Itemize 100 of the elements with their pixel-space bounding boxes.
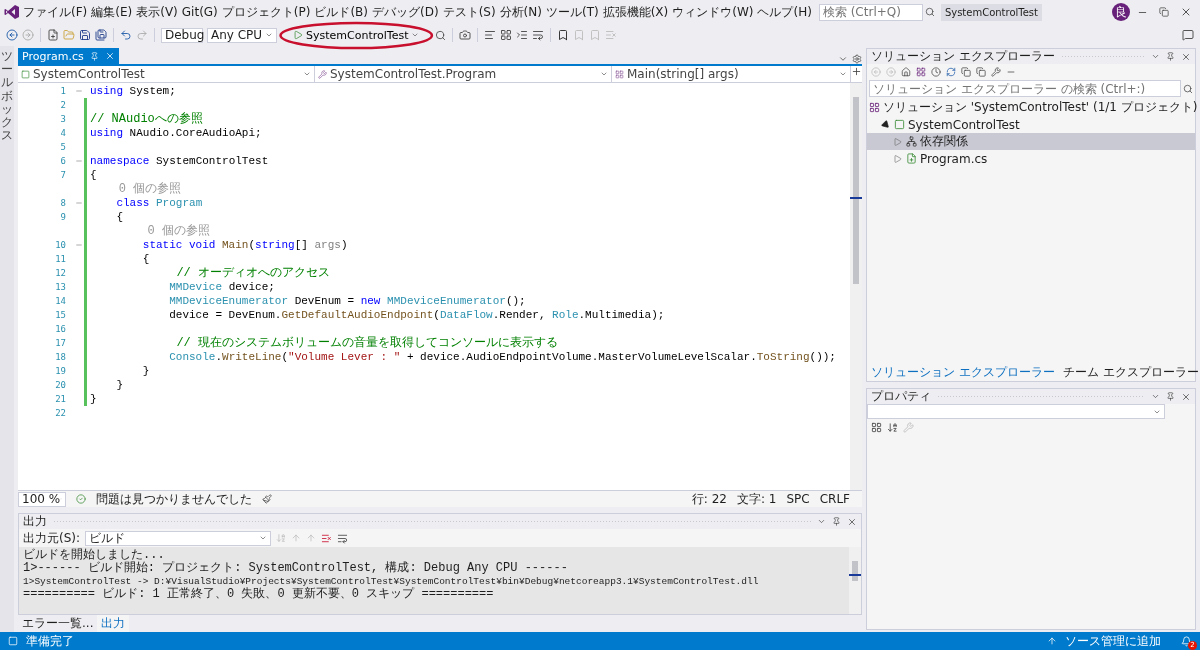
play-icon: [293, 30, 303, 40]
bookmark-icon[interactable]: [557, 29, 570, 41]
issues-status[interactable]: 問題は見つかりませんでした: [96, 490, 252, 508]
code-line: }: [141, 364, 150, 378]
split-icon[interactable]: [851, 66, 862, 77]
document-tab[interactable]: Program.cs: [18, 48, 119, 64]
panel-title: 出力: [23, 513, 47, 530]
menu-item[interactable]: ファイル(F): [22, 3, 89, 21]
home-icon[interactable]: [901, 67, 911, 77]
sort-icon[interactable]: [887, 421, 898, 433]
indent-icon[interactable]: [516, 29, 529, 41]
pin-icon[interactable]: [832, 517, 841, 526]
align-left-icon[interactable]: [484, 29, 497, 41]
panel-tab[interactable]: チーム エクスプローラー: [1058, 364, 1200, 381]
status-icon: [8, 636, 18, 646]
undo-icon[interactable]: [120, 29, 132, 41]
refresh-icon[interactable]: [946, 67, 956, 77]
close-icon[interactable]: [1181, 51, 1191, 62]
menu-item[interactable]: ビルド(B): [313, 3, 369, 21]
bell-icon[interactable]: [1181, 635, 1192, 647]
file-plus-icon[interactable]: [47, 29, 59, 41]
wrench-icon: [318, 69, 327, 79]
output-source-dropdown[interactable]: ビルド: [85, 530, 272, 546]
up-arrow-icon: [1047, 636, 1057, 646]
search-icon[interactable]: [924, 7, 935, 17]
categorized-icon[interactable]: [871, 421, 882, 433]
pin-icon[interactable]: [1166, 392, 1175, 401]
code-line: {: [90, 168, 97, 182]
forward-icon[interactable]: [22, 29, 34, 41]
camera-icon[interactable]: [459, 29, 472, 41]
pin-icon[interactable]: [89, 51, 99, 61]
solution-icon: [869, 102, 880, 113]
folder-icon[interactable]: [63, 29, 75, 41]
back-icon[interactable]: [6, 29, 18, 41]
copy-icon[interactable]: [961, 67, 971, 77]
copy-icon[interactable]: [976, 67, 986, 77]
menu-item[interactable]: プロジェクト(P): [220, 3, 312, 21]
wrench-icon[interactable]: [991, 67, 1001, 77]
configuration-dropdown[interactable]: Debug: [161, 27, 203, 43]
navigation-dropdown[interactable]: SystemControlTest.Program: [315, 66, 612, 82]
close-icon[interactable]: [1181, 391, 1191, 402]
tree-item[interactable]: SystemControlTest: [867, 116, 1195, 133]
vertical-scrollbar[interactable]: [849, 547, 861, 614]
menu-item[interactable]: デバッグ(D): [371, 3, 440, 21]
code-line: // オーディオへのアクセス: [175, 266, 331, 280]
code-line: using NAudio.CoreAudioApi;: [90, 126, 262, 140]
line-number: 16: [54, 324, 67, 334]
settings-icon[interactable]: [852, 54, 862, 64]
caret-icon[interactable]: [1151, 52, 1160, 61]
vertical-scrollbar[interactable]: [850, 83, 862, 490]
search-icon[interactable]: [435, 29, 447, 41]
line-number: 14: [54, 296, 67, 306]
grid-icon[interactable]: [500, 29, 513, 41]
solution-title: SystemControlTest: [940, 3, 1042, 21]
user-avatar[interactable]: 良: [1112, 3, 1130, 21]
search-field[interactable]: ソリューション エクスプローラー の検索 (Ctrl+:): [869, 80, 1181, 97]
wrap-text-icon[interactable]: [337, 532, 349, 544]
close-icon[interactable]: [104, 51, 115, 61]
close-icon[interactable]: [847, 516, 857, 527]
code-line: }: [115, 378, 123, 392]
menu-item[interactable]: 表示(V): [135, 3, 179, 21]
menu-item[interactable]: ウィンドウ(W): [671, 3, 755, 21]
zoom-dropdown[interactable]: 100 %: [18, 491, 66, 507]
clear-list-icon[interactable]: [321, 532, 333, 544]
indent-mode[interactable]: SPC: [786, 492, 810, 506]
navigation-dropdown[interactable]: SystemControlTest: [18, 66, 315, 82]
line-position[interactable]: 行: 22: [691, 490, 727, 508]
expanded-triangle-icon[interactable]: [880, 118, 892, 131]
panel-tab[interactable]: エラー一覧...: [18, 615, 98, 632]
feedback-icon[interactable]: [1182, 29, 1194, 41]
grid-icon[interactable]: [916, 67, 926, 77]
line-ending[interactable]: CRLF: [819, 492, 850, 506]
platform-dropdown[interactable]: Any CPU: [207, 27, 277, 43]
menu-item[interactable]: ツール(T): [544, 3, 600, 21]
menu-item[interactable]: テスト(S): [441, 3, 497, 21]
menu-item[interactable]: ヘルプ(H): [756, 3, 813, 21]
line-number: 11: [54, 254, 67, 264]
tree-item[interactable]: 依存関係: [867, 133, 1195, 150]
clock-icon[interactable]: [931, 67, 941, 77]
source-control-button[interactable]: ソース管理に追加: [1065, 632, 1161, 650]
wrap-text-icon[interactable]: [532, 29, 545, 41]
redo-icon[interactable]: [136, 29, 148, 41]
brush-icon[interactable]: [262, 494, 272, 504]
tree-item[interactable]: ソリューション 'SystemControlTest' (1/1 プロジェクト): [867, 99, 1195, 116]
code-line: using System;: [90, 84, 176, 98]
pin-icon[interactable]: [1166, 52, 1175, 61]
menu-item[interactable]: Git(G): [180, 5, 219, 19]
line-number: 1: [59, 86, 67, 96]
search-icon[interactable]: [1183, 83, 1193, 94]
save-all-icon[interactable]: [95, 29, 107, 41]
menu-item[interactable]: 分析(N): [498, 3, 543, 21]
search-field[interactable]: 検索 (Ctrl+Q): [818, 3, 923, 21]
line-number: 12: [54, 268, 67, 278]
navigation-dropdown[interactable]: Main(string[] args): [612, 66, 851, 82]
menu-item[interactable]: 拡張機能(X): [601, 3, 670, 21]
menu-item[interactable]: 編集(E): [90, 3, 134, 21]
tree-item[interactable]: Program.cs: [867, 150, 1195, 167]
panel-tab[interactable]: 出力: [97, 615, 130, 632]
caret-icon[interactable]: [817, 517, 826, 526]
column-position[interactable]: 文字: 1: [736, 490, 777, 508]
